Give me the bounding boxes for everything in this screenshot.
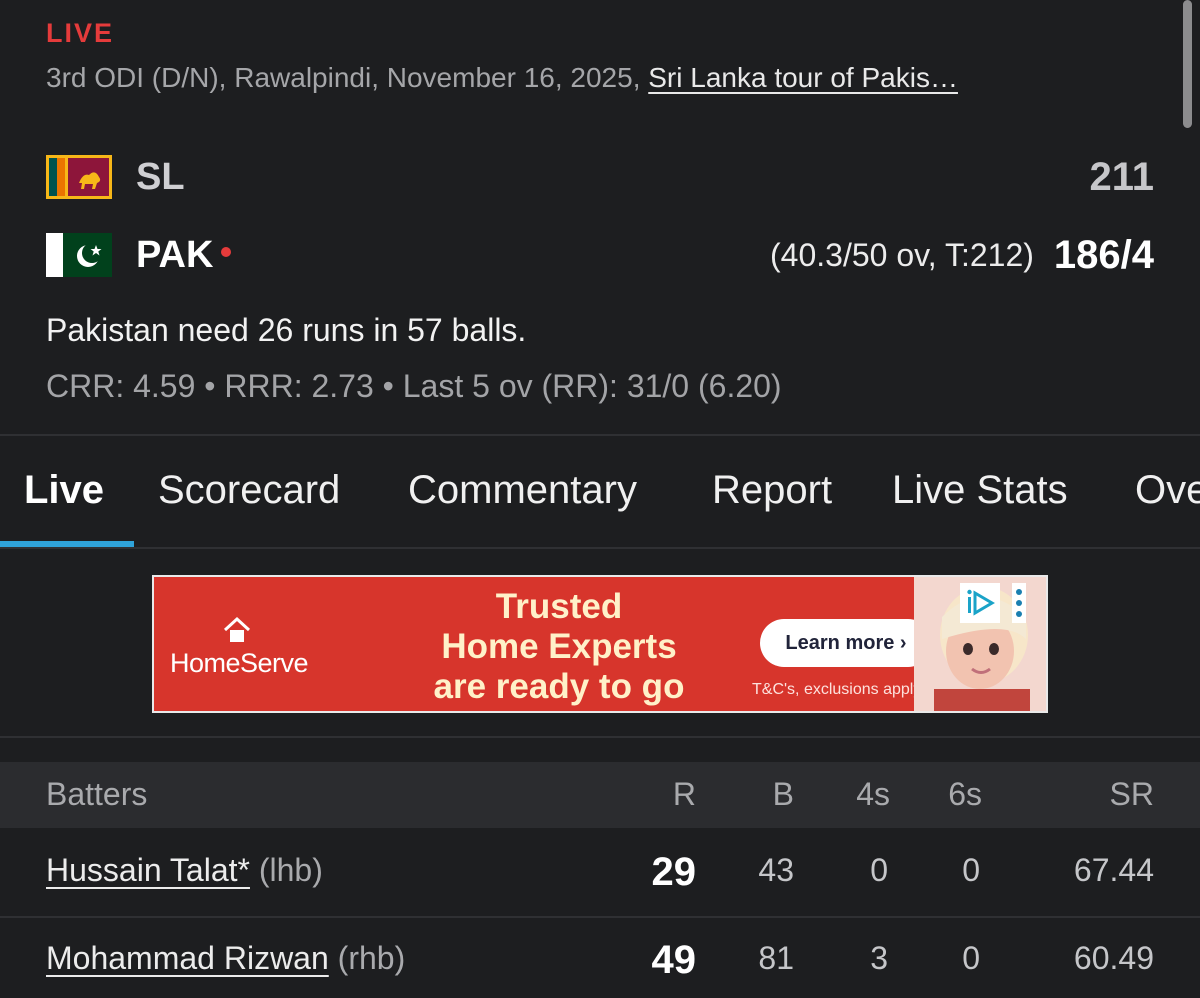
- batting-indicator: [221, 247, 232, 257]
- batter-runs: 49: [651, 938, 697, 982]
- team-score: 186/4: [1053, 232, 1154, 277]
- batter-runs: 29: [651, 850, 697, 894]
- batter-balls: 81: [758, 940, 794, 976]
- batter-name[interactable]: Hussain Talat*: [46, 852, 250, 888]
- advert-banner[interactable]: HomeServe Trusted Home Experts are ready…: [152, 575, 1048, 713]
- header-balls: B: [772, 776, 794, 812]
- header-runs: R: [672, 776, 696, 812]
- ad-choices-icon[interactable]: [960, 583, 1000, 623]
- tab-live[interactable]: Live: [24, 468, 104, 513]
- ad-headline: Trusted Home Experts are ready to go: [404, 587, 714, 707]
- tab-live-stats[interactable]: Live Stats: [892, 468, 1068, 513]
- divider: [0, 434, 1200, 436]
- ad-brand: HomeServe: [170, 648, 309, 678]
- divider: [0, 547, 1200, 549]
- sri-lanka-flag-icon: [46, 155, 112, 199]
- match-info: 3rd ODI (D/N), Rawalpindi, November 16, …: [46, 62, 1146, 94]
- header-fours: 4s: [856, 776, 890, 812]
- ad-headline-line: Trusted: [495, 587, 623, 626]
- team-row-pak[interactable]: PAK (40.3/50 ov, T:212) 186/4: [46, 230, 1154, 280]
- ad-terms: T&C's, exclusions apply: [752, 681, 922, 698]
- batter-name[interactable]: Mohammad Rizwan: [46, 940, 329, 976]
- tab-commentary[interactable]: Commentary: [408, 468, 637, 513]
- batter-row[interactable]: Hussain Talat* (lhb) 29 43 0 0 67.44: [0, 830, 1200, 916]
- scrollbar[interactable]: [1183, 0, 1192, 128]
- tab-scorecard[interactable]: Scorecard: [158, 468, 340, 513]
- house-icon: [223, 616, 251, 642]
- team-row-sl[interactable]: SL 211: [46, 152, 1154, 202]
- batter-strike-rate: 60.49: [1073, 940, 1154, 976]
- ad-headline-line: Home Experts: [441, 627, 677, 666]
- match-header: LIVE: [46, 18, 1156, 49]
- batter-sixes: 0: [962, 852, 980, 888]
- run-rates: CRR: 4.59 • RRR: 2.73 • Last 5 ov (RR): …: [46, 368, 782, 404]
- batter-strike-rate: 67.44: [1073, 852, 1154, 888]
- match-status: Pakistan need 26 runs in 57 balls.: [46, 312, 527, 348]
- team-score: 211: [1089, 154, 1154, 199]
- tab-bar: Live Scorecard Commentary Report Live St…: [0, 468, 1200, 548]
- batter-fours: 3: [870, 940, 888, 976]
- learn-more-button[interactable]: Learn more ›: [760, 619, 932, 667]
- team-abbr: PAK: [136, 233, 214, 276]
- live-badge: LIVE: [46, 18, 115, 48]
- batter-row[interactable]: Mohammad Rizwan (rhb) 49 81 3 0 60.49: [0, 916, 1200, 998]
- batting-hand: (lhb): [258, 852, 323, 888]
- batter-name-cell: Mohammad Rizwan (rhb): [46, 940, 405, 977]
- batters-header: Batters R B 4s 6s SR: [0, 762, 1200, 828]
- tab-overs[interactable]: Ove: [1135, 468, 1200, 513]
- batting-hand: (rhb): [337, 940, 406, 976]
- overs-target: (40.3/50 ov, T:212): [770, 236, 1034, 273]
- ad-headline-line: are ready to go: [433, 667, 685, 706]
- pakistan-flag-icon: [46, 233, 112, 277]
- batter-name-cell: Hussain Talat* (lhb): [46, 852, 323, 889]
- tab-report[interactable]: Report: [712, 468, 832, 513]
- match-details: 3rd ODI (D/N), Rawalpindi, November 16, …: [46, 62, 649, 93]
- batter-fours: 0: [870, 852, 888, 888]
- homeserve-logo: HomeServe: [170, 615, 340, 685]
- divider: [0, 736, 1200, 738]
- header-strike-rate: SR: [1109, 776, 1154, 812]
- more-options-icon[interactable]: [1012, 583, 1026, 623]
- header-batters: Batters: [46, 776, 148, 812]
- batter-balls: 43: [758, 852, 794, 888]
- batter-sixes: 0: [962, 940, 980, 976]
- team-abbr: SL: [136, 155, 185, 198]
- series-link[interactable]: Sri Lanka tour of Pakis…: [648, 62, 958, 93]
- header-sixes: 6s: [948, 776, 982, 812]
